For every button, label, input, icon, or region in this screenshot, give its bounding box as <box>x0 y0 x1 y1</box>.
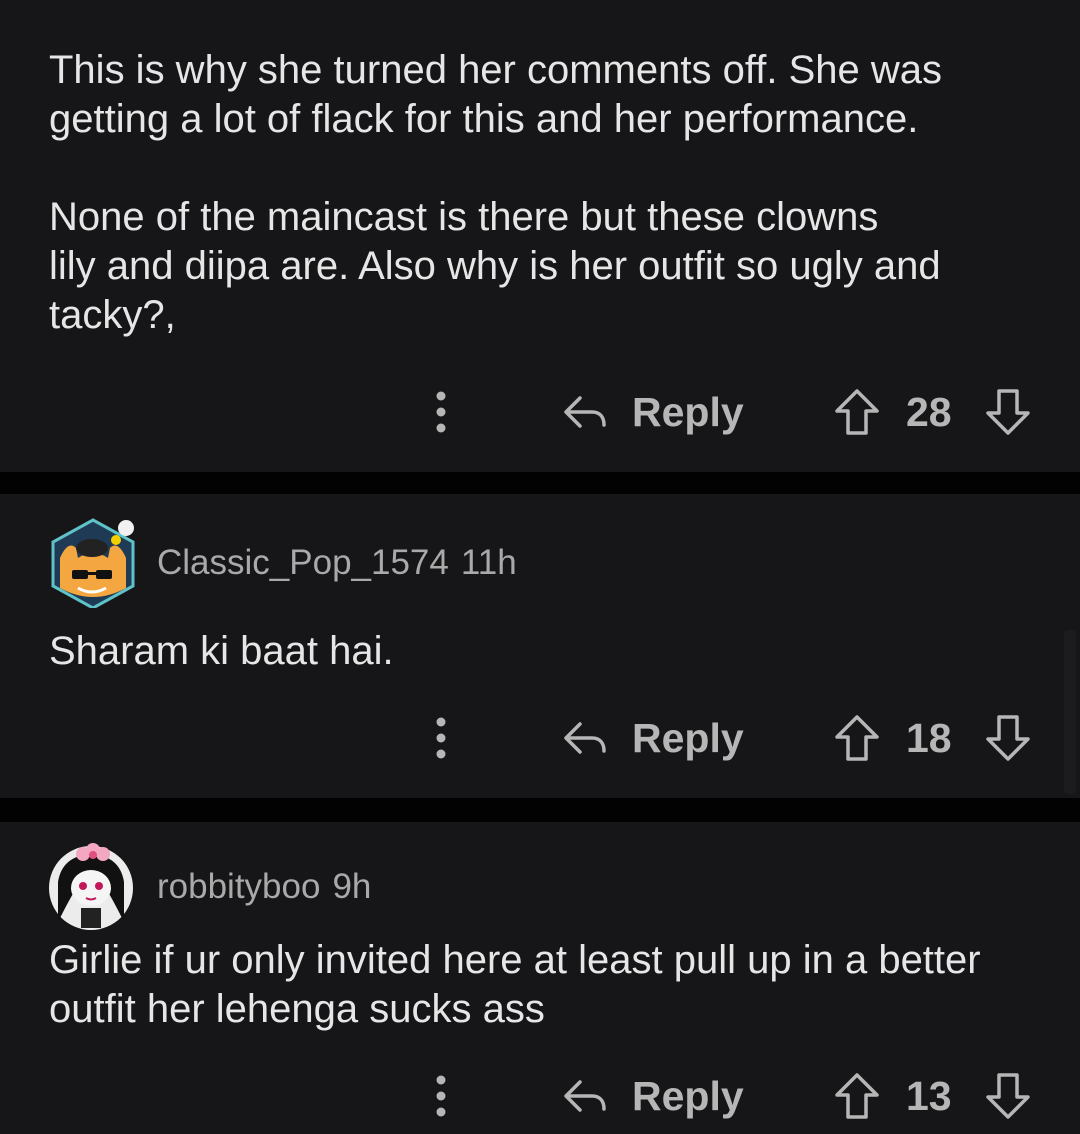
comment-1: This is why she turned her comments off.… <box>0 0 1080 472</box>
comment-header: robbityboo 9h <box>48 842 371 932</box>
comment-actions: Reply 28 <box>0 382 1080 442</box>
downvote-arrow-icon[interactable] <box>984 713 1032 763</box>
comment-3: robbityboo 9h Girlie if ur only invited … <box>0 822 1080 1134</box>
upvote-arrow-icon[interactable] <box>833 713 881 763</box>
reply-label: Reply <box>632 1072 744 1119</box>
timestamp: 11h <box>460 543 517 582</box>
more-options-icon[interactable] <box>425 1074 457 1118</box>
comment-body: Sharam ki baat hai. <box>49 629 394 673</box>
more-options-icon[interactable] <box>425 716 457 760</box>
reply-button[interactable]: Reply <box>560 382 744 442</box>
reply-arrow-icon <box>564 396 606 428</box>
reply-arrow-icon <box>564 1080 606 1112</box>
upvote-arrow-icon[interactable] <box>833 1071 881 1121</box>
username[interactable]: Classic_Pop_1574 <box>157 543 449 583</box>
comment-body: Girlie if ur only invited here at least … <box>49 938 981 1031</box>
downvote-arrow-icon[interactable] <box>984 1071 1032 1121</box>
comment-body: This is why she turned her comments off.… <box>49 48 942 337</box>
reply-button[interactable]: Reply <box>560 708 744 768</box>
reply-button[interactable]: Reply <box>560 1066 744 1126</box>
downvote-arrow-icon[interactable] <box>984 387 1032 437</box>
comment-actions: Reply 13 <box>0 1066 1080 1126</box>
username[interactable]: robbityboo <box>157 867 320 907</box>
more-options-icon[interactable] <box>425 390 457 434</box>
girl-flower-avatar-icon[interactable] <box>48 842 138 932</box>
vote-count: 13 <box>906 1073 952 1119</box>
reply-arrow-icon <box>564 722 606 754</box>
reply-label: Reply <box>632 388 744 435</box>
comment-2: Classic_Pop_1574 11h Sharam ki baat hai.… <box>0 494 1080 798</box>
cat-sunglasses-avatar-icon[interactable] <box>48 518 138 608</box>
reply-label: Reply <box>632 714 744 761</box>
vote-count: 28 <box>906 389 952 435</box>
upvote-arrow-icon[interactable] <box>833 387 881 437</box>
comment-actions: Reply 18 <box>0 708 1080 768</box>
timestamp: 9h <box>332 867 372 906</box>
comment-header: Classic_Pop_1574 11h <box>48 518 517 608</box>
scrollbar[interactable] <box>1064 630 1076 794</box>
vote-count: 18 <box>906 715 952 761</box>
